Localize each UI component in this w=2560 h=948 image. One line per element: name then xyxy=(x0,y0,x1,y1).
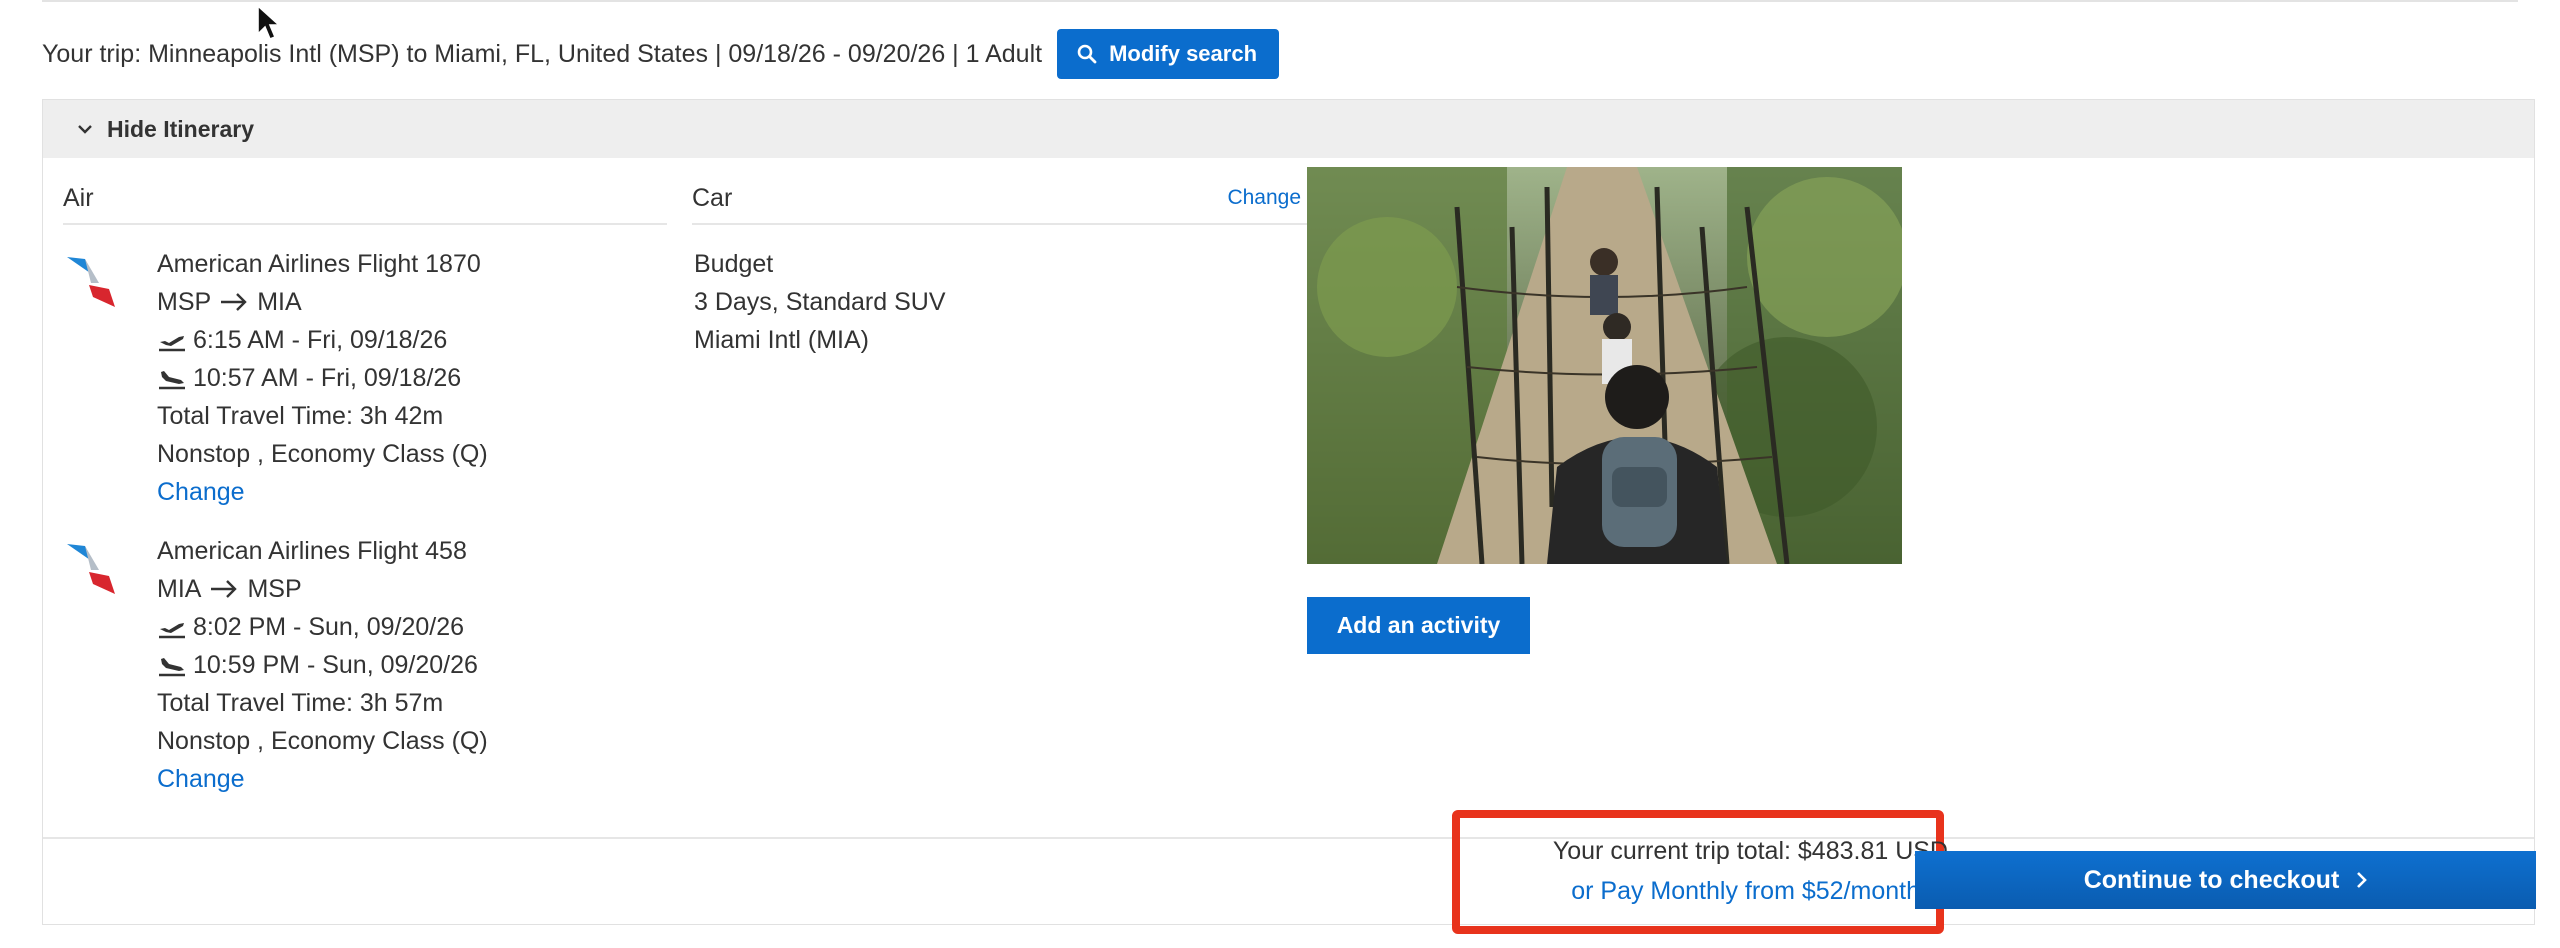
air-heading-text: Air xyxy=(63,183,94,212)
flight-name: American Airlines Flight 458 xyxy=(157,537,467,565)
route-origin: MSP xyxy=(157,288,212,316)
modify-search-label: Modify search xyxy=(1109,41,1258,66)
change-flight-link[interactable]: Change xyxy=(157,473,488,511)
pay-monthly-link[interactable]: or Pay Monthly from $52/month xyxy=(1571,877,1948,906)
departure-row: 6:15 AM - Fri, 09/18/26 xyxy=(157,321,488,359)
pay-monthly-text: or Pay Monthly from $52/month xyxy=(1571,877,1920,905)
plane-takeoff-icon xyxy=(159,336,185,352)
car-heading-text: Car xyxy=(692,183,733,212)
air-section: Air American Airlines Flight 1870 MSP MI… xyxy=(63,173,667,819)
route-destination: MIA xyxy=(257,288,302,316)
itinerary-panel: Hide Itinerary Air American Airlines Fli… xyxy=(42,99,2535,925)
change-car-link[interactable]: Change xyxy=(1227,186,1301,210)
fare-class: Nonstop , Economy Class (Q) xyxy=(157,727,488,755)
car-company: Budget xyxy=(694,250,774,278)
chevron-down-icon xyxy=(78,125,92,134)
plane-landing-icon xyxy=(159,658,185,677)
trip-total-highlight xyxy=(1452,810,1944,934)
flight-route: MSP MIA xyxy=(157,283,488,321)
travel-time: Total Travel Time: 3h 42m xyxy=(157,402,444,430)
plane-landing-icon xyxy=(159,371,185,390)
route-destination: MSP xyxy=(247,575,302,603)
trip-summary-text: Your trip: Minneapolis Intl (MSP) to Mia… xyxy=(42,39,1043,68)
departure-time: 8:02 PM - Sun, 09/20/26 xyxy=(193,613,465,641)
american-airlines-logo-icon xyxy=(67,257,115,307)
car-heading: Car Change xyxy=(692,173,1317,225)
arrival-row: 10:57 AM - Fri, 09/18/26 xyxy=(157,359,488,397)
arrival-time: 10:57 AM - Fri, 09/18/26 xyxy=(193,364,462,392)
departure-row: 8:02 PM - Sun, 09/20/26 xyxy=(157,608,488,646)
route-origin: MIA xyxy=(157,575,202,603)
american-airlines-logo-icon xyxy=(67,544,115,594)
add-activity-label: Add an activity xyxy=(1336,612,1501,638)
continue-to-checkout-button[interactable]: Continue to checkout xyxy=(1915,851,2536,909)
flight-item: American Airlines Flight 1870 MSP MIA 6:… xyxy=(63,245,667,532)
arrow-right-icon xyxy=(221,293,247,311)
hide-itinerary-label: Hide Itinerary xyxy=(107,115,254,142)
arrow-right-icon xyxy=(211,580,238,598)
add-activity-button[interactable]: Add an activity xyxy=(1307,597,1530,654)
car-pickup-location: Miami Intl (MIA) xyxy=(694,326,869,354)
departure-time: 6:15 AM - Fri, 09/18/26 xyxy=(193,326,448,354)
arrival-time: 10:59 PM - Sun, 09/20/26 xyxy=(193,651,478,679)
trip-summary-bar: Your trip: Minneapolis Intl (MSP) to Mia… xyxy=(42,28,1280,80)
flight-name: American Airlines Flight 1870 xyxy=(157,250,481,278)
mouse-cursor-icon xyxy=(257,4,282,41)
chevron-right-icon xyxy=(2357,872,2368,888)
travel-time: Total Travel Time: 3h 57m xyxy=(157,689,444,717)
air-heading: Air xyxy=(63,173,667,225)
hide-itinerary-toggle[interactable]: Hide Itinerary xyxy=(43,100,2534,158)
plane-takeoff-icon xyxy=(159,623,185,639)
search-icon xyxy=(1077,44,1097,64)
footer-divider xyxy=(43,837,2534,839)
fare-class: Nonstop , Economy Class (Q) xyxy=(157,440,488,468)
checkout-label: Continue to checkout xyxy=(2083,865,2340,894)
car-details: 3 Days, Standard SUV xyxy=(694,288,946,316)
flight-item: American Airlines Flight 458 MIA MSP 8:0… xyxy=(63,532,667,819)
change-flight-link[interactable]: Change xyxy=(157,760,488,798)
flight-route: MIA MSP xyxy=(157,570,488,608)
activity-photo xyxy=(1307,167,1902,564)
trip-total: Your current trip total: $483.81 USD xyxy=(1552,837,1948,865)
car-section: Car Change Budget 3 Days, Standard SUV M… xyxy=(692,173,1317,359)
top-divider xyxy=(42,0,2518,2)
modify-search-button[interactable]: Modify search xyxy=(1057,29,1280,79)
arrival-row: 10:59 PM - Sun, 09/20/26 xyxy=(157,646,488,684)
